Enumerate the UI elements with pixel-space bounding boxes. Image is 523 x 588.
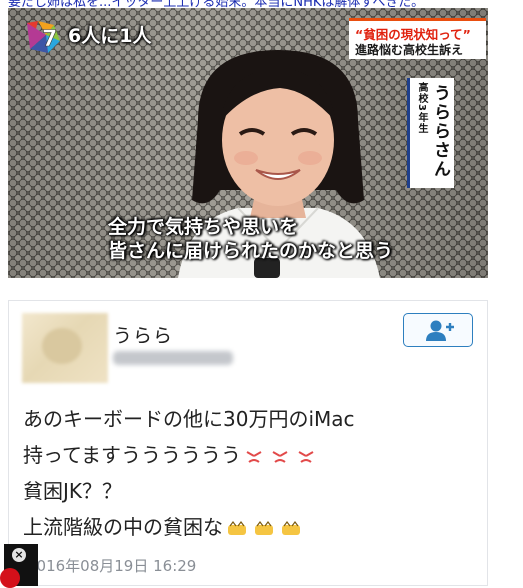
subtitle-caption: 全力で気持ちや思いを 皆さんに届けられたのかなと思う bbox=[108, 215, 418, 263]
tweet-line-3: 貧困JK？？ bbox=[23, 479, 123, 503]
tweet-line-4-wrap: 上流階級の中の貧困な bbox=[23, 509, 355, 545]
tweet-card: うらら あのキーボードの他に30万円のiMac 持ってますうううううう 貧困JK… bbox=[8, 300, 488, 586]
angry-face-emojis bbox=[246, 450, 314, 463]
tv-news-frame: 7 6人に1人 “貧困の現状知って” 進路悩む高校生訴え 高校3年生 うららさん… bbox=[8, 8, 488, 278]
channel-7-logo: 7 bbox=[27, 21, 60, 53]
top-caption-text: 要だし姉は私を...イッター上上げる始末。本当にNHKは解体すべきだ。 bbox=[8, 0, 425, 8]
tweet-line-2-wrap: 持ってますうううううう bbox=[23, 437, 355, 473]
close-icon[interactable]: × bbox=[12, 548, 26, 562]
overlay-close-widget[interactable]: × bbox=[0, 544, 38, 588]
subtitle-line2: 皆さんに届けられたのかなと思う bbox=[108, 240, 394, 262]
tweet-timestamp[interactable]: 2016年08月19日 16:29 bbox=[27, 555, 196, 576]
subtitle-line1: 全力で気持ちや思いを bbox=[108, 216, 299, 238]
interviewee-name: うららさん bbox=[430, 84, 450, 179]
red-dot-icon bbox=[0, 568, 20, 588]
avatar[interactable] bbox=[22, 313, 108, 383]
tweet-text: あのキーボードの他に30万円のiMac 持ってますうううううう 貧困JK？？ 上… bbox=[23, 401, 355, 545]
name-plate: 高校3年生 うららさん bbox=[407, 78, 454, 188]
topic-label: 6人に1人 bbox=[68, 25, 152, 47]
blurred-handle bbox=[113, 351, 233, 365]
tweet-line-4: 上流階級の中の貧困な bbox=[23, 515, 223, 539]
grinning-face-emojis bbox=[228, 520, 300, 535]
display-name[interactable]: うらら bbox=[113, 321, 173, 348]
follow-button[interactable] bbox=[403, 313, 473, 347]
grade-label: 高校3年生 bbox=[416, 82, 427, 134]
tweet-line-1: あのキーボードの他に30万円のiMac bbox=[23, 407, 355, 431]
tweet-line-2: 持ってますうううううう bbox=[23, 443, 241, 467]
top-caption-strip: 要だし姉は私を...イッター上上げる始末。本当にNHKは解体すべきだ。 bbox=[0, 0, 523, 8]
logo-number: 7 bbox=[42, 27, 57, 52]
add-user-icon bbox=[426, 320, 454, 341]
